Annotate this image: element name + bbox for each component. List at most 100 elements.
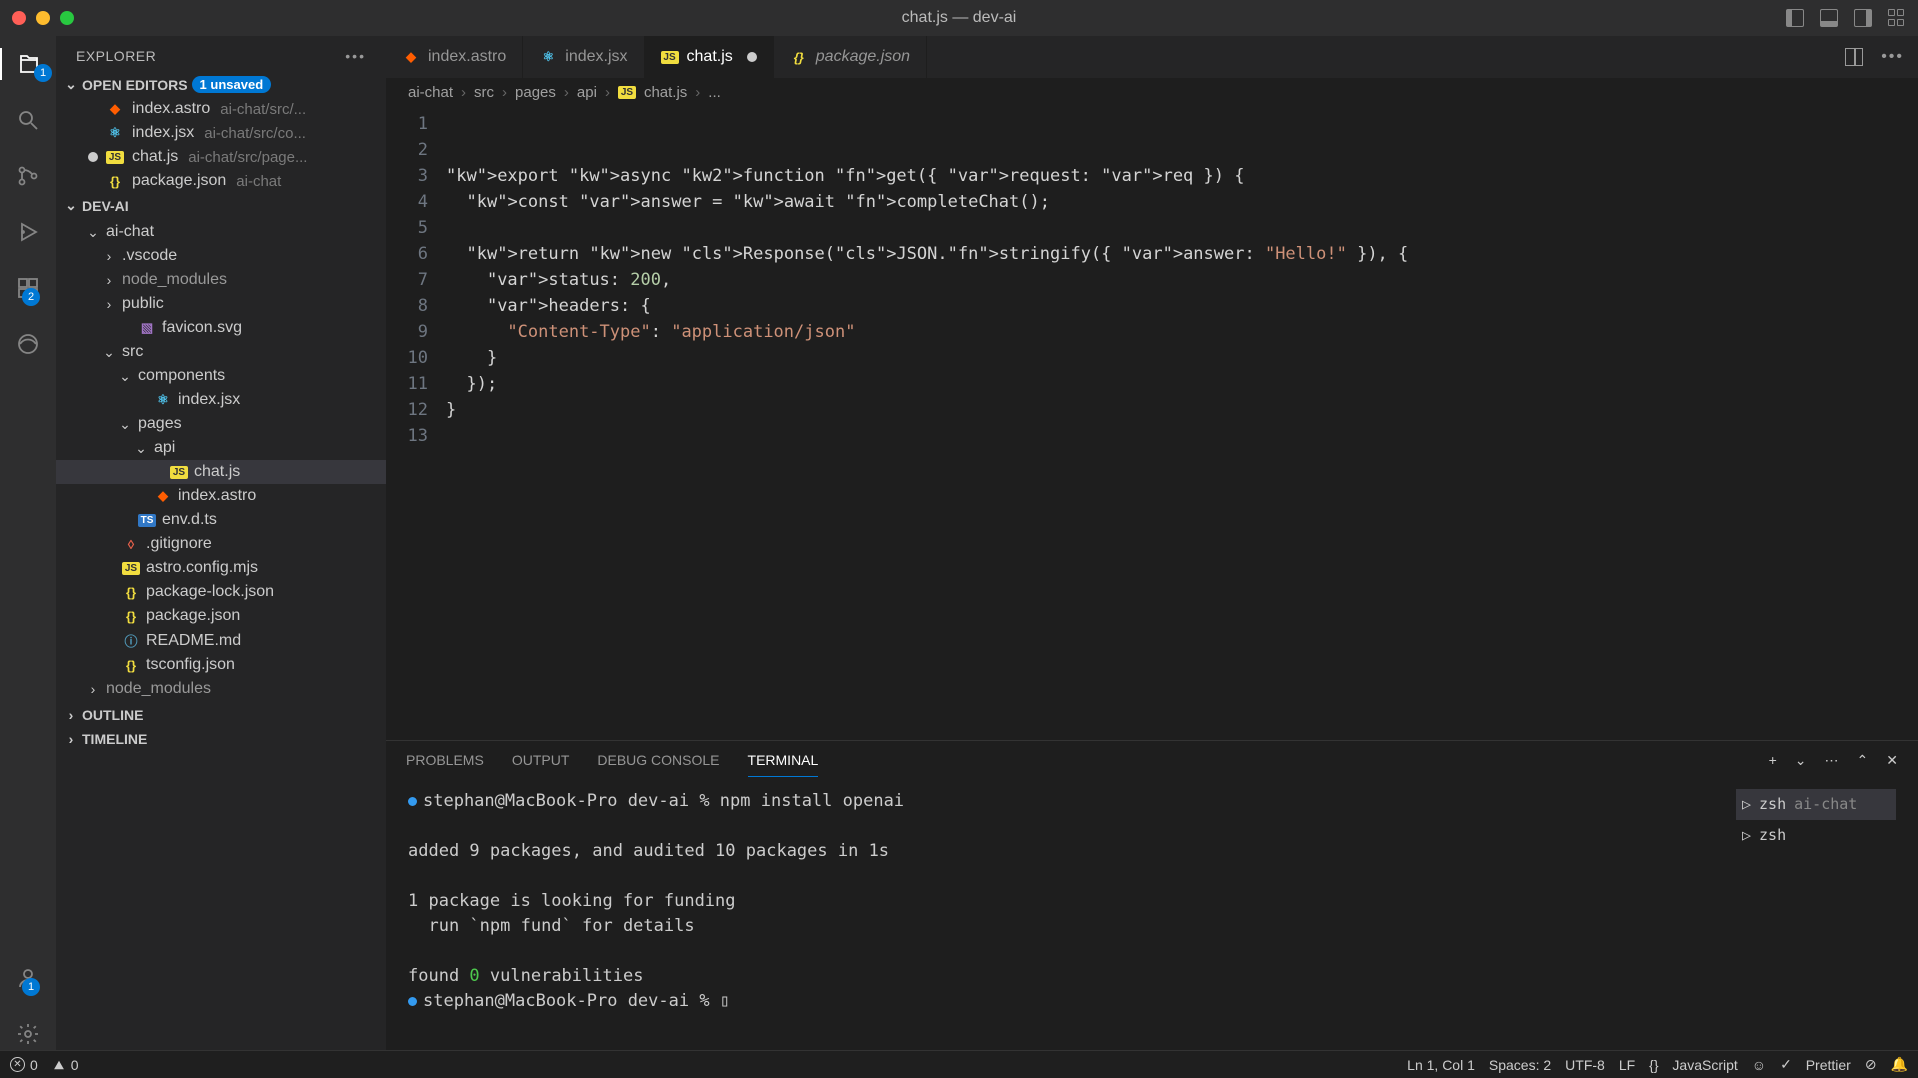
search-icon[interactable]	[12, 104, 44, 136]
panel-more-icon[interactable]: ⋯	[1825, 752, 1839, 769]
file-path: ai-chat	[236, 173, 281, 190]
file-icon: {}	[122, 585, 140, 600]
session-label: ai-chat	[1794, 792, 1857, 817]
extensions-icon[interactable]: 2	[12, 272, 44, 304]
editor-more-icon[interactable]: •••	[1881, 48, 1904, 66]
file-icon: JS	[106, 151, 124, 164]
open-editors-header[interactable]: ⌄ OPEN EDITORS 1 unsaved	[56, 72, 386, 97]
terminal-dropdown-icon[interactable]: ⌄	[1795, 752, 1807, 769]
folder-item[interactable]: ›.vscode	[56, 244, 386, 268]
folder-item[interactable]: ⌄src	[56, 340, 386, 364]
notifications-icon[interactable]: 🔔	[1891, 1056, 1908, 1073]
folder-item[interactable]: ⌄components	[56, 364, 386, 388]
toggle-secondary-sidebar-icon[interactable]	[1854, 9, 1872, 27]
maximize-window-button[interactable]	[60, 11, 74, 25]
file-item[interactable]: {}package.json	[56, 604, 386, 628]
panel-tab-output[interactable]: OUTPUT	[512, 752, 570, 768]
chevron-right-icon: ›	[102, 248, 116, 264]
outline-header[interactable]: › OUTLINE	[56, 703, 386, 727]
error-lens-icon[interactable]: ⊘	[1865, 1056, 1877, 1073]
terminal-output[interactable]: stephan@MacBook-Pro dev-ai % npm install…	[408, 789, 1726, 1040]
code-editor[interactable]: 12345678910111213 "kw">export "kw">async…	[386, 107, 1918, 740]
item-label: node_modules	[106, 680, 211, 698]
item-label: public	[122, 295, 164, 313]
minimize-window-button[interactable]	[36, 11, 50, 25]
file-item[interactable]: ◆index.astro	[56, 484, 386, 508]
customize-layout-icon[interactable]	[1888, 9, 1906, 27]
breadcrumb-item[interactable]: src	[474, 84, 494, 101]
folder-item[interactable]: ›node_modules	[56, 677, 386, 701]
eol[interactable]: LF	[1619, 1057, 1635, 1073]
language-mode[interactable]: {} JavaScript	[1649, 1057, 1738, 1073]
window-title: chat.js — dev-ai	[902, 9, 1017, 27]
panel-tab-terminal[interactable]: TERMINAL	[748, 752, 819, 777]
open-editor-item[interactable]: ⚛index.jsxai-chat/src/co...	[64, 121, 386, 145]
sidebar-more-icon[interactable]: •••	[345, 48, 366, 64]
toggle-primary-sidebar-icon[interactable]	[1786, 9, 1804, 27]
terminal-session[interactable]: ▷zsh	[1736, 820, 1896, 851]
file-icon: ⓘ	[122, 631, 140, 650]
breadcrumb-item[interactable]: chat.js	[644, 84, 687, 101]
chevron-down-icon: ⌄	[64, 76, 78, 93]
explorer-icon[interactable]: 1	[0, 48, 56, 80]
terminal-session[interactable]: ▷zsh ai-chat	[1736, 789, 1896, 820]
file-item[interactable]: JSchat.js	[56, 460, 386, 484]
file-item[interactable]: ▧favicon.svg	[56, 316, 386, 340]
prettier-status[interactable]: ✓ Prettier	[1780, 1056, 1851, 1073]
chevron-right-icon: ›	[695, 84, 700, 101]
panel-tab-problems[interactable]: PROBLEMS	[406, 752, 484, 768]
folder-item[interactable]: ⌄pages	[56, 412, 386, 436]
edge-tools-icon[interactable]	[12, 328, 44, 360]
timeline-header[interactable]: › TIMELINE	[56, 727, 386, 751]
run-debug-icon[interactable]	[12, 216, 44, 248]
file-item[interactable]: JSastro.config.mjs	[56, 556, 386, 580]
tab-label: package.json	[816, 48, 910, 66]
breadcrumb-item[interactable]: api	[577, 84, 597, 101]
errors-count[interactable]: ✕0	[10, 1057, 38, 1073]
encoding[interactable]: UTF-8	[1565, 1057, 1605, 1073]
file-item[interactable]: {} tsconfig.json	[56, 653, 386, 677]
settings-gear-icon[interactable]	[12, 1018, 44, 1050]
code-content[interactable]: "kw">export "kw">async "kw2">function "f…	[446, 111, 1918, 740]
breadcrumb-item[interactable]: ...	[708, 84, 721, 101]
editor-tab[interactable]: ⚛index.jsx	[523, 36, 644, 78]
cursor-position[interactable]: Ln 1, Col 1	[1407, 1057, 1475, 1073]
breadcrumb-item[interactable]: ai-chat	[408, 84, 453, 101]
item-label: tsconfig.json	[146, 656, 235, 674]
feedback-icon[interactable]: ☺	[1752, 1057, 1766, 1073]
split-editor-icon[interactable]	[1845, 48, 1863, 66]
account-icon[interactable]: 1	[12, 962, 44, 994]
toggle-panel-icon[interactable]	[1820, 9, 1838, 27]
folder-item[interactable]: ›public	[56, 292, 386, 316]
editor-tab[interactable]: JSchat.js	[645, 36, 774, 78]
breadcrumbs[interactable]: ai-chat›src›pages›api›JSchat.js›...	[386, 78, 1918, 107]
file-name: package.json	[132, 172, 226, 190]
indentation[interactable]: Spaces: 2	[1489, 1057, 1551, 1073]
project-header[interactable]: ⌄ DEV-AI	[56, 193, 386, 218]
file-item[interactable]: {}package-lock.json	[56, 580, 386, 604]
open-editor-item[interactable]: JSchat.jsai-chat/src/page...	[64, 145, 386, 169]
item-label: favicon.svg	[162, 319, 242, 337]
file-item[interactable]: ◊.gitignore	[56, 532, 386, 556]
source-control-icon[interactable]	[12, 160, 44, 192]
chevron-right-icon: ›	[502, 84, 507, 101]
editor-tab[interactable]: ◆index.astro	[386, 36, 523, 78]
open-editor-item[interactable]: {}package.jsonai-chat	[64, 169, 386, 193]
folder-item[interactable]: ⌄ai-chat	[56, 220, 386, 244]
file-item[interactable]: TSenv.d.ts	[56, 508, 386, 532]
close-panel-icon[interactable]: ✕	[1886, 752, 1898, 769]
folder-item[interactable]: ⌄api	[56, 436, 386, 460]
file-icon: {}	[122, 658, 140, 673]
terminal-body[interactable]: stephan@MacBook-Pro dev-ai % npm install…	[386, 779, 1918, 1050]
close-window-button[interactable]	[12, 11, 26, 25]
breadcrumb-item[interactable]: pages	[515, 84, 556, 101]
warnings-count[interactable]: 0	[52, 1057, 79, 1073]
editor-tab[interactable]: {}package.json	[774, 36, 927, 78]
maximize-panel-icon[interactable]: ⌃	[1857, 752, 1869, 769]
panel-tab-debug-console[interactable]: DEBUG CONSOLE	[597, 752, 719, 768]
file-item[interactable]: ⓘREADME.md	[56, 628, 386, 653]
open-editor-item[interactable]: ◆index.astroai-chat/src/...	[64, 97, 386, 121]
new-terminal-icon[interactable]: +	[1769, 752, 1777, 768]
file-item[interactable]: ⚛index.jsx	[56, 388, 386, 412]
folder-item[interactable]: ›node_modules	[56, 268, 386, 292]
